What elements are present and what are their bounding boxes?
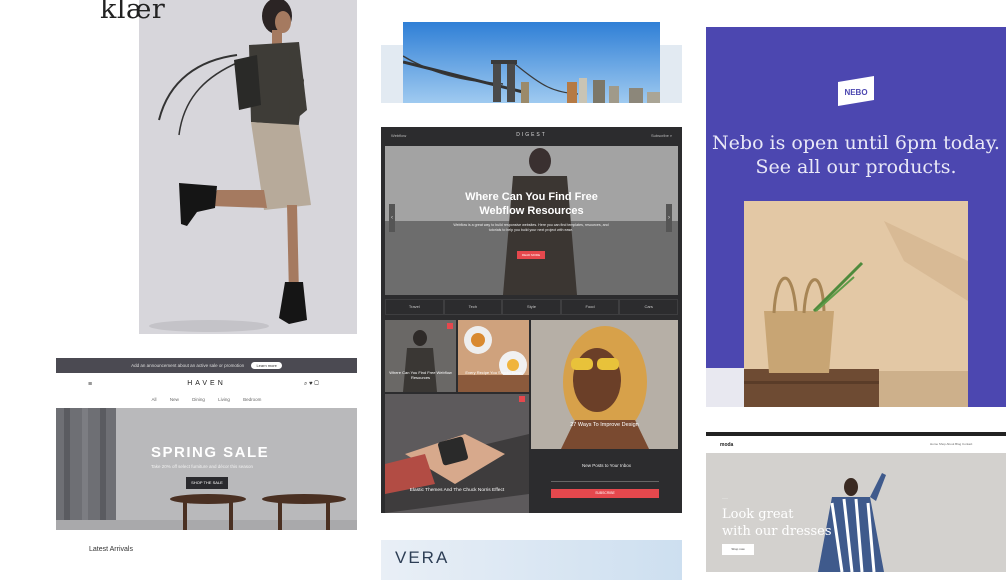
category-link[interactable]: Cars <box>619 299 678 315</box>
digest-template-card[interactable]: Webflow DIGEST Subscribe ⌕ Where Can You… <box>381 127 682 513</box>
category-badge <box>519 396 525 402</box>
post-tile[interactable] <box>458 320 529 392</box>
nebo-card-shadow <box>706 368 744 407</box>
moda-headline: Look great with our dresses <box>722 506 832 540</box>
slider-next-arrow-icon[interactable]: › <box>666 204 672 232</box>
nebo-message: Nebo is open until 6pm today. See all ou… <box>706 131 1006 179</box>
category-link[interactable]: Tech <box>443 299 503 315</box>
man-in-field-illustration <box>385 146 678 295</box>
post-tile[interactable] <box>385 394 529 513</box>
nav-item[interactable]: Dining <box>192 397 205 402</box>
smartwatch-illustration <box>385 394 529 513</box>
bridge-photo[interactable] <box>403 22 660 103</box>
fashion-model-illustration <box>139 0 357 334</box>
vera-template-card[interactable]: VERA <box>381 540 682 580</box>
moda-top-bar <box>706 432 1006 436</box>
announcement-text: Add an announcement about an active sale… <box>131 363 245 368</box>
post-caption[interactable]: Elastic Themes And The Chuck Norris Effe… <box>401 487 513 494</box>
post-caption[interactable]: Where Can You Find Free Webflow Resource… <box>387 370 454 380</box>
nav-item[interactable]: New <box>170 397 179 402</box>
portrait-illustration <box>531 320 678 449</box>
shop-the-sale-button[interactable]: SHOP THE SALE <box>186 477 228 489</box>
vera-title: VERA <box>395 548 450 567</box>
nebo-message-line: See all our products. <box>755 156 957 178</box>
klaer-logo[interactable]: klær <box>100 0 165 25</box>
header-icons[interactable]: ⌕ ♥ ▢ <box>304 381 319 388</box>
nav-item[interactable]: Living <box>218 397 230 402</box>
hero-subtitle: Take 20% off select furniture and décor … <box>151 464 253 469</box>
read-more-button[interactable]: READ MORE <box>517 251 545 259</box>
hero-title: SPRING SALE <box>151 444 270 461</box>
newsletter-email-field[interactable] <box>551 481 659 482</box>
newsletter-title: New Posts to Your Inbox <box>581 463 632 468</box>
nav-item[interactable]: All <box>152 397 157 402</box>
nebo-logo-icon: NEBO <box>838 76 874 106</box>
shop-now-button[interactable]: Shop now <box>722 544 754 555</box>
hero-title: Where Can You Find Free Webflow Resource… <box>381 190 682 218</box>
post-tile[interactable] <box>531 320 678 449</box>
announcement-bar: Add an announcement about an active sale… <box>56 358 357 373</box>
manhattan-bridge-illustration <box>403 22 660 103</box>
moda-brand[interactable]: moda <box>720 442 733 448</box>
haven-template-card[interactable]: Add an announcement about an active sale… <box>56 358 357 530</box>
klaer-hero-photo <box>139 0 357 334</box>
hero-kicker: —— <box>722 496 728 500</box>
hero-title-line: Webflow Resources <box>479 205 584 217</box>
hero-title-line: Where Can You Find Free <box>465 191 598 203</box>
latest-arrivals-heading: Latest Arrivals <box>89 546 133 553</box>
category-badge <box>447 323 453 329</box>
headline-line: with our dresses <box>722 524 832 539</box>
haven-hero <box>56 408 357 530</box>
digest-title[interactable]: DIGEST <box>381 132 682 138</box>
nebo-template-card[interactable]: NEBO Nebo is open until 6pm today. See a… <box>706 27 1006 407</box>
announcement-button[interactable]: Learn more <box>251 362 282 369</box>
nebo-message-line: Nebo is open until 6pm today. <box>712 132 1000 154</box>
hiker-illustration <box>385 320 456 392</box>
category-link[interactable]: Travel <box>385 299 444 315</box>
haven-nav: All New Dining Living Bedroom <box>56 397 357 402</box>
subscribe-search-link[interactable]: Subscribe ⌕ <box>651 133 672 138</box>
hero-description: Webflow is a great way to build responsi… <box>453 223 609 232</box>
post-caption[interactable]: Every Recipe You Should Know <box>460 370 527 375</box>
category-link[interactable]: Style <box>502 299 561 315</box>
category-link[interactable]: Food <box>560 299 620 315</box>
digest-header: Webflow DIGEST Subscribe ⌕ <box>381 127 682 144</box>
basket-illustration <box>744 201 968 407</box>
moda-nav[interactable]: Home Shop About Blog Contact <box>930 442 972 446</box>
slider-prev-arrow-icon[interactable]: ‹ <box>389 204 395 232</box>
newsletter-subscribe-button[interactable]: SUBSCRIBE <box>551 489 659 498</box>
nebo-product-photo[interactable] <box>744 201 968 407</box>
nav-item[interactable]: Bedroom <box>243 397 261 402</box>
post-caption[interactable]: 27 Ways To Improve Design <box>531 422 678 428</box>
nebo-logo[interactable]: NEBO <box>836 76 876 106</box>
category-bar: Travel Tech Style Food Cars <box>385 299 678 315</box>
food-illustration <box>458 320 529 392</box>
post-tile[interactable] <box>385 320 456 392</box>
headline-line: Look great <box>722 507 794 522</box>
digest-hero <box>385 146 678 295</box>
stools-illustration <box>56 408 357 530</box>
moda-template-card[interactable]: moda Home Shop About Blog Contact —— Loo… <box>706 432 1006 572</box>
nebo-logo-text: NEBO <box>844 88 867 97</box>
